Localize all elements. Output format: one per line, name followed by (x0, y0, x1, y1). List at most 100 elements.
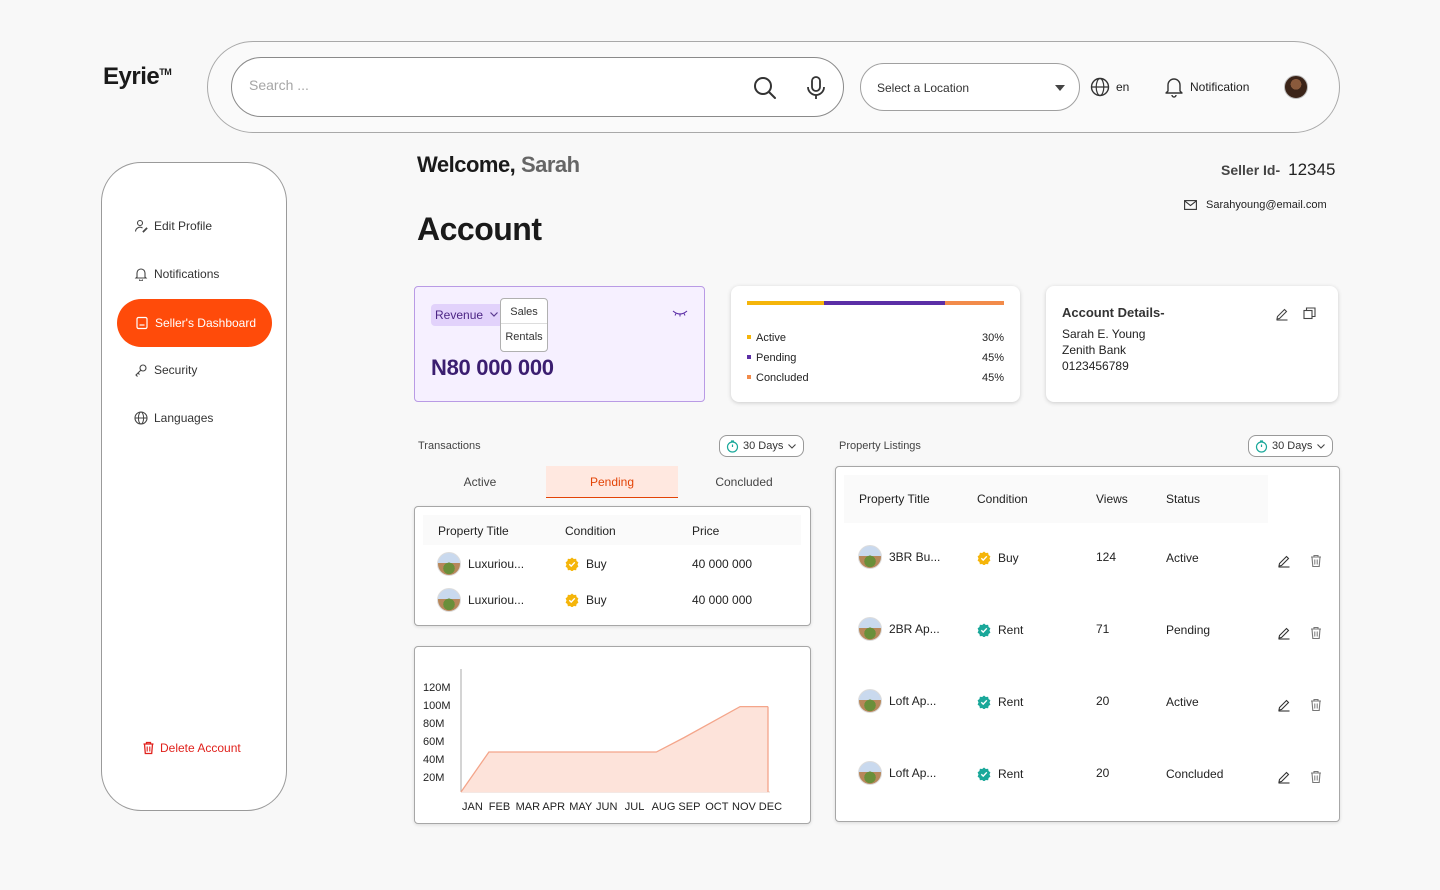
seller-id: Seller Id- 12345 (1221, 160, 1336, 179)
table-row[interactable]: Loft Ap... (858, 689, 936, 713)
table-row[interactable]: Luxuriou... (437, 588, 524, 612)
edit-icon[interactable] (1277, 554, 1291, 568)
delete-account-button[interactable]: Delete Account (142, 741, 241, 755)
sidebar-item-security[interactable]: Security (134, 363, 197, 377)
condition-cell: Rent (977, 767, 1023, 781)
status-row-pending: Pending 45% (747, 352, 1004, 364)
price-cell: 40 000 000 (692, 593, 753, 607)
x-tick-label: AUG (652, 801, 676, 813)
table-header: Property Title Condition Views Status (844, 475, 1268, 523)
views-cell: 20 (1096, 694, 1110, 708)
status-row-concluded: Concluded 45% (747, 372, 1004, 384)
revenue-type-select[interactable]: Revenue (431, 304, 506, 326)
sidebar-item-languages[interactable]: Languages (134, 411, 213, 425)
x-tick-label: NOV (732, 801, 757, 813)
property-thumbnail (858, 545, 882, 569)
property-thumbnail (437, 588, 461, 612)
x-tick-label: SEP (678, 801, 700, 813)
location-select[interactable]: Select a Location (860, 63, 1080, 111)
edit-icon[interactable] (1277, 626, 1291, 640)
condition-cell: Buy (977, 551, 1019, 565)
sidebar-item-notifications[interactable]: Notifications (134, 267, 219, 281)
brand-logo[interactable]: EyrieTM (103, 63, 172, 91)
account-number: 0123456789 (1062, 359, 1129, 373)
y-tick-label: 60M (423, 736, 444, 748)
tab-active[interactable]: Active (414, 466, 546, 498)
verified-badge-icon (977, 695, 991, 709)
property-thumbnail (437, 552, 461, 576)
edit-icon[interactable] (1275, 307, 1289, 326)
y-tick-label: 100M (423, 700, 451, 712)
table-row[interactable]: Luxuriou... (437, 552, 524, 576)
copy-icon[interactable] (1303, 307, 1316, 325)
revenue-area-chart: 120M 100M 80M 60M 40M 20M JAN FEB MAR APR MAY JUN JU… (423, 669, 782, 813)
property-thumbnail (858, 617, 882, 641)
condition-cell: Buy (565, 557, 607, 571)
user-avatar[interactable] (1284, 75, 1308, 99)
timer-icon (726, 439, 739, 453)
menu-item-sales[interactable]: Sales (501, 299, 547, 323)
account-details-title: Account Details- (1062, 305, 1165, 320)
account-details-card: Account Details- Sarah E. Young Zenith B… (1046, 286, 1338, 402)
transactions-label: Transactions (418, 440, 481, 452)
table-header: Property Title Condition Price (423, 515, 801, 545)
x-tick-label: JUN (596, 801, 617, 813)
key-icon (135, 364, 147, 377)
language-switcher[interactable]: en (1090, 77, 1129, 97)
bar-segment-pending (824, 301, 945, 305)
notification-button[interactable]: Notification (1164, 76, 1249, 98)
trash-icon[interactable] (1310, 698, 1322, 712)
search-input[interactable] (249, 77, 729, 93)
status-cell: Active (1166, 695, 1199, 709)
condition-cell: Rent (977, 695, 1023, 709)
table-row[interactable]: 3BR Bu... (858, 545, 940, 569)
condition-cell: Rent (977, 623, 1023, 637)
globe-icon (134, 411, 148, 425)
revenue-type-menu: Sales Rentals (500, 298, 548, 352)
edit-icon[interactable] (1277, 770, 1291, 784)
listings-table: Property Title Condition Views Status 3B… (835, 466, 1340, 822)
trash-icon[interactable] (1310, 626, 1322, 640)
verified-badge-icon (977, 551, 991, 565)
status-cell: Concluded (1166, 767, 1224, 781)
y-tick-label: 20M (423, 772, 444, 784)
trash-icon (143, 741, 154, 755)
chevron-down-icon (490, 312, 498, 317)
microphone-icon[interactable] (804, 75, 828, 106)
seller-email: Sarahyoung@email.com (1184, 199, 1327, 211)
transactions-range-select[interactable]: 30 Days (719, 435, 805, 457)
globe-icon (1090, 77, 1110, 97)
x-tick-label: MAR (516, 801, 541, 813)
condition-cell: Buy (565, 593, 607, 607)
user-edit-icon (134, 219, 148, 233)
views-cell: 124 (1096, 550, 1117, 564)
bell-icon (134, 268, 148, 281)
table-row[interactable]: 2BR Ap... (858, 617, 940, 641)
hide-eye-icon[interactable] (672, 305, 688, 323)
y-tick-label: 40M (423, 754, 444, 766)
revenue-chart: 120M 100M 80M 60M 40M 20M JAN FEB MAR APR MAY JUN JU… (414, 646, 811, 824)
sidebar-item-sellers-dashboard[interactable]: Seller's Dashboard (117, 299, 272, 347)
x-tick-label: DEC (759, 801, 782, 813)
page-title: Account (417, 211, 542, 247)
tab-pending[interactable]: Pending (546, 466, 678, 498)
property-thumbnail (858, 689, 882, 713)
listings-range-select[interactable]: 30 Days (1248, 435, 1334, 457)
search-icon[interactable] (752, 75, 778, 106)
trash-icon[interactable] (1310, 554, 1322, 568)
sidebar-item-edit-profile[interactable]: Edit Profile (134, 219, 212, 233)
edit-icon[interactable] (1277, 698, 1291, 712)
price-cell: 40 000 000 (692, 557, 753, 571)
x-tick-label: OCT (705, 801, 729, 813)
bell-icon (1165, 78, 1183, 98)
tab-concluded[interactable]: Concluded (678, 466, 810, 498)
status-cell: Pending (1166, 623, 1211, 637)
transactions-table: Property Title Condition Price Luxuriou.… (414, 506, 811, 626)
menu-item-rentals[interactable]: Rentals (501, 323, 547, 347)
trash-icon[interactable] (1310, 770, 1322, 784)
welcome-heading: Welcome, Sarah (417, 152, 580, 177)
table-row[interactable]: Loft Ap... (858, 761, 936, 785)
mail-icon (1184, 200, 1197, 210)
caret-down-icon (1055, 85, 1065, 91)
x-tick-label: JUL (625, 801, 645, 813)
